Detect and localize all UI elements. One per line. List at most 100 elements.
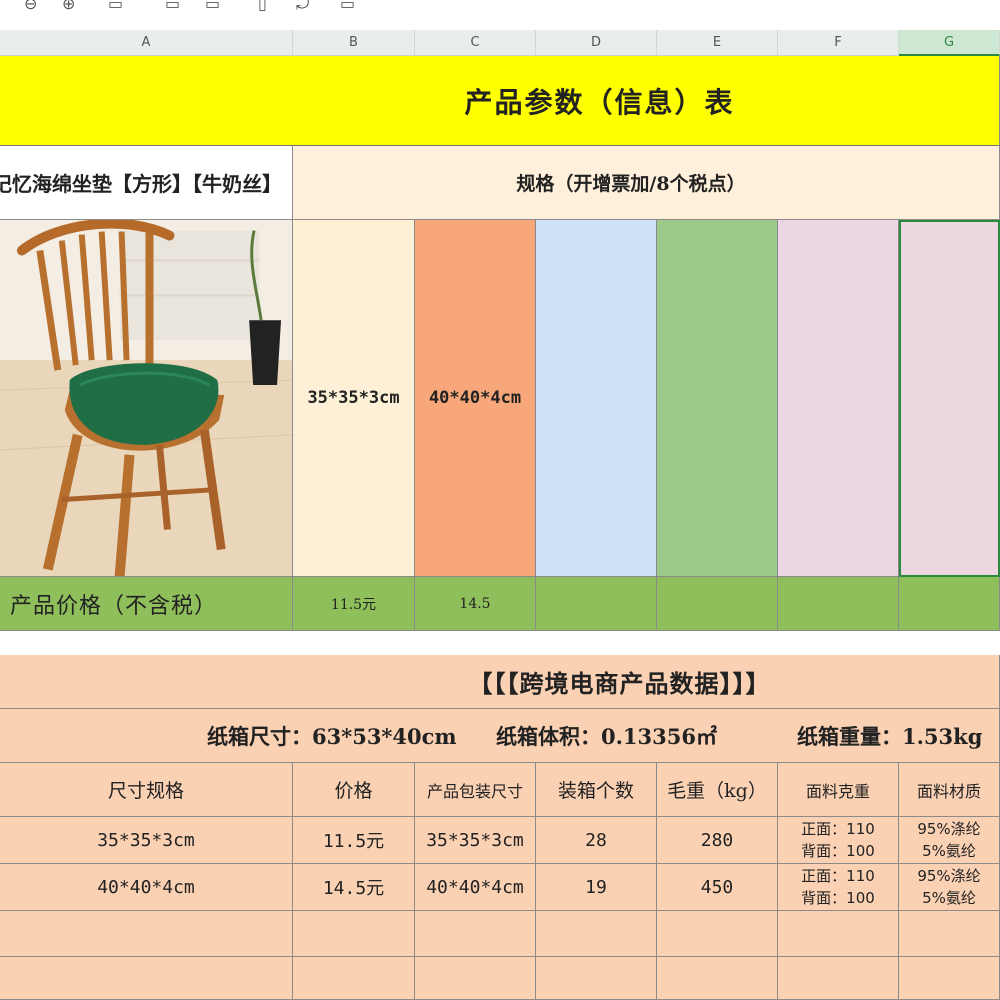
- row-package: 35*35*3cm: [426, 829, 524, 851]
- spec-size-cell[interactable]: [657, 220, 778, 577]
- carton-weight: 纸箱重量：1.53kg: [797, 723, 983, 749]
- table-cell[interactable]: [0, 911, 293, 957]
- table-cell[interactable]: [0, 957, 293, 1000]
- row-gross: 450: [700, 876, 734, 898]
- table-cell[interactable]: [657, 957, 778, 1000]
- product-name-cell[interactable]: 记忆海绵坐垫【方形】【牛奶丝】: [0, 146, 293, 220]
- column-header-b[interactable]: B: [293, 30, 415, 56]
- table-cell[interactable]: 正面：110 背面：100: [778, 817, 899, 864]
- row-material-1: 95%涤纶: [917, 867, 981, 885]
- price-cell[interactable]: 14.5: [415, 577, 536, 631]
- table-cell[interactable]: 40*40*4cm: [0, 864, 293, 911]
- table-cell[interactable]: [536, 957, 657, 1000]
- column-header-c[interactable]: C: [415, 30, 536, 56]
- table-cell[interactable]: [899, 911, 1000, 957]
- table-cell[interactable]: 28: [536, 817, 657, 864]
- table-cell[interactable]: [293, 911, 415, 957]
- row-weight-front: 正面：110: [801, 867, 875, 885]
- price-cell[interactable]: [899, 577, 1000, 631]
- copy-icon[interactable]: ▭: [205, 0, 220, 13]
- header-label: 面料材质: [916, 781, 981, 801]
- table-cell[interactable]: 11.5元: [293, 817, 415, 864]
- column-header-g[interactable]: G: [899, 30, 1000, 56]
- spec-header: 规格（开增票加/8个税点）: [516, 173, 746, 195]
- row-weight-back: 背面：100: [801, 889, 875, 907]
- row-material-1: 95%涤纶: [917, 820, 981, 838]
- row-price: 14.5元: [322, 878, 385, 899]
- carton-info-cell[interactable]: 纸箱尺寸：63*53*40cm 纸箱体积：0.13356㎡ 纸箱重量：1.53k…: [0, 709, 1000, 763]
- table-cell[interactable]: [657, 911, 778, 957]
- table-header-fabric-material[interactable]: 面料材质: [899, 763, 1000, 817]
- price-cell[interactable]: [536, 577, 657, 631]
- row-size: 35*35*3cm: [97, 829, 195, 851]
- save-icon[interactable]: ▭: [340, 0, 355, 13]
- spec-size-cell[interactable]: [536, 220, 657, 577]
- table-cell[interactable]: [415, 911, 536, 957]
- table-cell[interactable]: 正面：110 背面：100: [778, 864, 899, 911]
- price-label: 产品价格（不含税）: [10, 593, 218, 619]
- table-cell[interactable]: [415, 957, 536, 1000]
- row-price: 11.5元: [322, 831, 385, 852]
- table-header-size[interactable]: 尺寸规格: [0, 763, 293, 817]
- product-image: [0, 220, 292, 576]
- price-value: 14.5: [459, 595, 491, 612]
- zoom-in-icon[interactable]: ⊕: [62, 0, 75, 13]
- rotate-icon[interactable]: ⤾: [296, 0, 309, 14]
- table-header-fabric-weight[interactable]: 面料克重: [778, 763, 899, 817]
- table-header-gross[interactable]: 毛重（kg）: [657, 763, 778, 817]
- table-cell[interactable]: 19: [536, 864, 657, 911]
- price-cell[interactable]: [778, 577, 899, 631]
- row-package: 40*40*4cm: [426, 876, 524, 898]
- row-gross: 280: [700, 829, 734, 851]
- table-cell[interactable]: 35*35*3cm: [0, 817, 293, 864]
- zoom-out-icon[interactable]: ⊖: [24, 0, 37, 13]
- cross-border-title: 【【【跨境电商产品数据】】】: [468, 669, 771, 698]
- table-cell[interactable]: 14.5元: [293, 864, 415, 911]
- print-icon[interactable]: ▯: [258, 0, 267, 13]
- table-header-package[interactable]: 产品包装尺寸: [415, 763, 536, 817]
- header-label: 面料克重: [805, 781, 870, 801]
- row-weight-back: 背面：100: [801, 842, 875, 860]
- product-image-cell[interactable]: [0, 220, 293, 577]
- column-header-d[interactable]: D: [536, 30, 657, 56]
- spec-size-cell[interactable]: [778, 220, 899, 577]
- table-cell[interactable]: 95%涤纶 5%氨纶: [899, 864, 1000, 911]
- table-cell[interactable]: [293, 957, 415, 1000]
- page-title: 产品参数（信息）表: [464, 85, 735, 119]
- table-cell[interactable]: [778, 957, 899, 1000]
- table-header-price[interactable]: 价格: [293, 763, 415, 817]
- page-icon[interactable]: ▭: [165, 0, 180, 13]
- carton-size: 纸箱尺寸：63*53*40cm: [207, 723, 457, 749]
- table-cell[interactable]: 280: [657, 817, 778, 864]
- title-cell[interactable]: 产品参数（信息）表: [0, 56, 1000, 146]
- header-label: 产品包装尺寸: [426, 781, 523, 801]
- header-label: 装箱个数: [557, 780, 634, 802]
- table-cell[interactable]: 35*35*3cm: [415, 817, 536, 864]
- table-cell[interactable]: 450: [657, 864, 778, 911]
- column-header-a[interactable]: A: [0, 30, 293, 56]
- row-count: 19: [585, 876, 607, 898]
- table-header-count[interactable]: 装箱个数: [536, 763, 657, 817]
- spec-header-cell[interactable]: 规格（开增票加/8个税点）: [293, 146, 1000, 220]
- table-cell[interactable]: [536, 911, 657, 957]
- selected-cell[interactable]: [899, 220, 1000, 577]
- price-label-cell[interactable]: 产品价格（不含税）: [0, 577, 293, 631]
- cross-border-title-cell[interactable]: 【【【跨境电商产品数据】】】: [0, 655, 1000, 709]
- table-cell[interactable]: [899, 957, 1000, 1000]
- spec-size: 35*35*3cm: [307, 388, 400, 408]
- spec-size-cell[interactable]: 35*35*3cm: [293, 220, 415, 577]
- product-name: 记忆海绵坐垫【方形】【牛奶丝】: [0, 172, 282, 196]
- header-label: 尺寸规格: [107, 780, 184, 802]
- table-cell[interactable]: 40*40*4cm: [415, 864, 536, 911]
- table-cell[interactable]: 95%涤纶 5%氨纶: [899, 817, 1000, 864]
- column-header-f[interactable]: F: [778, 30, 899, 56]
- spec-size-cell[interactable]: 40*40*4cm: [415, 220, 536, 577]
- price-cell[interactable]: [657, 577, 778, 631]
- fit-icon[interactable]: ▭: [108, 0, 123, 13]
- price-cell[interactable]: 11.5元: [293, 577, 415, 631]
- column-header-e[interactable]: E: [657, 30, 778, 56]
- toolbar: ⊖ ⊕ ▭ ▭ ▭ ▯ ⤾ ▭: [0, 0, 1000, 30]
- header-label: 价格: [334, 780, 373, 802]
- table-cell[interactable]: [778, 911, 899, 957]
- header-label: 毛重（kg）: [667, 780, 767, 802]
